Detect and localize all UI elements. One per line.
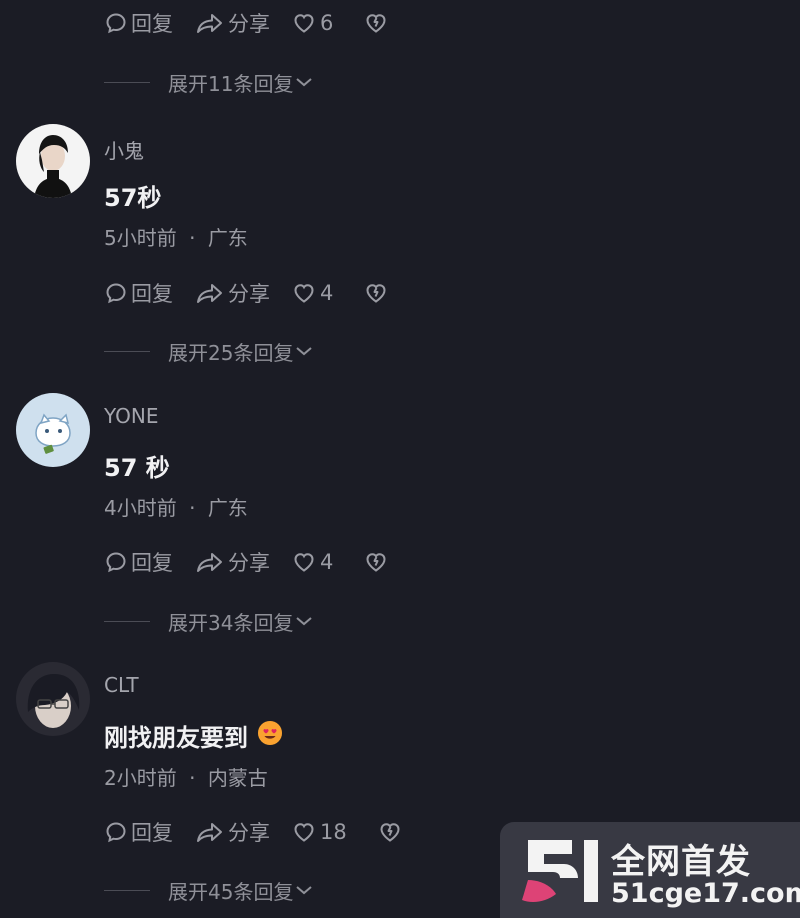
divider-line xyxy=(104,620,150,622)
action-bar: 回复 分享 6 xyxy=(104,8,411,38)
reply-label: 回复 xyxy=(131,282,173,306)
like-button[interactable]: 18 xyxy=(292,820,347,844)
expand-replies-button[interactable]: 展开11条回复 xyxy=(104,67,313,97)
share-button[interactable]: 分享 xyxy=(195,8,270,38)
watermark: 全网首发 51cge17.com xyxy=(500,822,800,918)
like-button[interactable]: 4 xyxy=(292,550,333,574)
comment-meta: 2小时前 · 内蒙古 xyxy=(104,762,268,791)
username[interactable]: 小鬼 xyxy=(104,135,144,164)
expand-replies-label: 展开25条回复 xyxy=(168,340,294,365)
reply-icon xyxy=(104,281,128,305)
share-icon xyxy=(195,281,225,305)
like-count: 6 xyxy=(320,11,334,35)
comment-text: 57秒 xyxy=(104,178,161,213)
watermark-url: 51cge17.com xyxy=(611,878,800,909)
watermark-logo-icon xyxy=(522,836,606,910)
chevron-down-icon xyxy=(295,609,313,633)
comment-time: 2小时前 xyxy=(104,766,177,790)
share-button[interactable]: 分享 xyxy=(195,817,270,847)
like-count: 4 xyxy=(320,550,334,574)
divider-line xyxy=(104,81,150,83)
comment-location: 广东 xyxy=(207,496,248,520)
share-icon xyxy=(195,550,225,574)
expand-replies-label: 展开34条回复 xyxy=(168,610,294,635)
broken-heart-icon xyxy=(377,820,403,844)
action-bar: 回复 分享 4 xyxy=(104,278,411,308)
comment-text-content: 刚找朋友要到 xyxy=(104,724,248,752)
divider-line xyxy=(104,889,150,891)
dislike-button[interactable] xyxy=(377,820,403,844)
reply-icon xyxy=(104,550,128,574)
share-icon xyxy=(195,11,225,35)
divider-line xyxy=(104,350,150,352)
avatar[interactable] xyxy=(16,662,90,736)
action-bar: 回复 分享 18 xyxy=(104,817,425,847)
heart-icon xyxy=(292,11,316,35)
expand-replies-button[interactable]: 展开34条回复 xyxy=(104,606,313,636)
like-count: 18 xyxy=(320,820,347,844)
chevron-down-icon xyxy=(295,70,313,94)
comment-text: 57 秒 xyxy=(104,448,170,483)
reply-button[interactable]: 回复 xyxy=(104,8,173,38)
reply-icon xyxy=(104,820,128,844)
share-label: 分享 xyxy=(228,821,270,845)
share-label: 分享 xyxy=(228,12,270,36)
heart-eyes-emoji-icon xyxy=(256,719,284,753)
comment-text-content: 57秒 xyxy=(104,184,162,212)
like-button[interactable]: 6 xyxy=(292,11,333,35)
reply-label: 回复 xyxy=(131,551,173,575)
reply-button[interactable]: 回复 xyxy=(104,817,173,847)
expand-replies-button[interactable]: 展开45条回复 xyxy=(104,875,313,905)
reply-icon xyxy=(104,11,128,35)
comment-meta: 5小时前 · 广东 xyxy=(104,222,248,251)
watermark-title: 全网首发 xyxy=(611,842,751,882)
chevron-down-icon xyxy=(295,878,313,902)
comment-text: 刚找朋友要到 xyxy=(104,718,284,753)
meta-separator: · xyxy=(189,766,196,790)
dislike-button[interactable] xyxy=(363,550,389,574)
meta-separator: · xyxy=(189,496,196,520)
expand-replies-label: 展开11条回复 xyxy=(168,71,294,96)
share-icon xyxy=(195,820,225,844)
comment-meta: 4小时前 · 广东 xyxy=(104,492,248,521)
expand-replies-button[interactable]: 展开25条回复 xyxy=(104,336,313,366)
reply-label: 回复 xyxy=(131,12,173,36)
avatar[interactable] xyxy=(16,393,90,467)
comment-time: 4小时前 xyxy=(104,496,177,520)
broken-heart-icon xyxy=(363,281,389,305)
like-count: 4 xyxy=(320,281,334,305)
broken-heart-icon xyxy=(363,550,389,574)
heart-icon xyxy=(292,820,316,844)
reply-label: 回复 xyxy=(131,821,173,845)
chevron-down-icon xyxy=(295,339,313,363)
reply-button[interactable]: 回复 xyxy=(104,278,173,308)
meta-separator: · xyxy=(189,226,196,250)
dislike-button[interactable] xyxy=(363,281,389,305)
heart-icon xyxy=(292,550,316,574)
comment-time: 5小时前 xyxy=(104,226,177,250)
share-button[interactable]: 分享 xyxy=(195,547,270,577)
comment-text-content: 57 秒 xyxy=(104,454,170,482)
comment-location: 广东 xyxy=(207,226,248,250)
like-button[interactable]: 4 xyxy=(292,281,333,305)
share-label: 分享 xyxy=(228,551,270,575)
username[interactable]: YONE xyxy=(104,404,158,428)
avatar[interactable] xyxy=(16,124,90,198)
share-label: 分享 xyxy=(228,282,270,306)
reply-button[interactable]: 回复 xyxy=(104,547,173,577)
username[interactable]: CLT xyxy=(104,673,139,697)
share-button[interactable]: 分享 xyxy=(195,278,270,308)
expand-replies-label: 展开45条回复 xyxy=(168,879,294,904)
action-bar: 回复 分享 4 xyxy=(104,547,411,577)
comment-location: 内蒙古 xyxy=(207,766,268,790)
dislike-button[interactable] xyxy=(363,11,389,35)
heart-icon xyxy=(292,281,316,305)
broken-heart-icon xyxy=(363,11,389,35)
